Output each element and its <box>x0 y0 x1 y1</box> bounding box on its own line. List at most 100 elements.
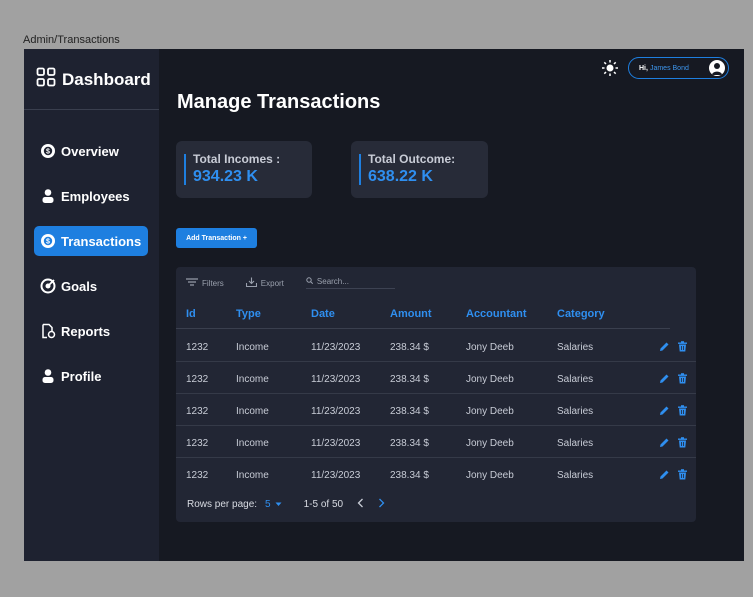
sidebar-item-profile[interactable]: Profile <box>34 361 148 391</box>
cell-category: Salaries <box>557 438 594 449</box>
chevron-left-icon <box>357 498 364 511</box>
search-box[interactable] <box>305 277 395 289</box>
reports-icon <box>40 323 56 339</box>
sidebar-divider <box>24 109 159 110</box>
sidebar-item-goals[interactable]: Goals <box>34 271 148 301</box>
pagination: Rows per page: 5 1-5 of 50 <box>187 498 385 511</box>
sidebar-item-label: Reports <box>61 323 111 339</box>
table-row: 1232 Income 11/23/2023 238.34 $ Jony Dee… <box>176 426 696 458</box>
next-page-button[interactable] <box>378 498 385 511</box>
cell-date: 11/23/2023 <box>311 374 361 385</box>
cell-amount: 238.34 $ <box>390 374 429 385</box>
sidebar-item-overview[interactable]: $ Overview <box>34 136 148 166</box>
sidebar: Dashboard $ Overview Employees $ Transac… <box>24 49 159 561</box>
column-header-accountant[interactable]: Accountant <box>466 308 527 320</box>
grid-icon <box>36 67 56 92</box>
table-row: 1232 Income 11/23/2023 238.34 $ Jony Dee… <box>176 362 696 394</box>
overview-icon: $ <box>40 143 56 159</box>
cell-category: Salaries <box>557 374 594 385</box>
incomes-value: 934.23 K <box>193 168 258 185</box>
brand[interactable]: Dashboard <box>36 67 151 92</box>
cell-category: Salaries <box>557 406 594 417</box>
column-header-category[interactable]: Category <box>557 308 605 320</box>
delete-icon[interactable] <box>677 339 688 352</box>
sidebar-item-label: Overview <box>61 143 119 159</box>
total-outcome-card: Total Outcome: 638.22 K <box>351 141 488 198</box>
cell-accountant: Jony Deeb <box>466 470 514 481</box>
cell-amount: 238.34 $ <box>390 438 429 449</box>
sidebar-item-label: Goals <box>61 278 98 294</box>
total-incomes-card: Total Incomes : 934.23 K <box>176 141 312 198</box>
edit-icon[interactable] <box>659 435 670 447</box>
column-header-amount[interactable]: Amount <box>390 308 432 320</box>
page-title: Manage Transactions <box>177 91 381 113</box>
svg-text:$: $ <box>46 149 50 156</box>
greeting: Hi, <box>639 64 648 72</box>
cell-type: Income <box>236 342 269 353</box>
search-icon <box>306 277 313 286</box>
cell-date: 11/23/2023 <box>311 470 361 481</box>
goals-icon <box>40 278 56 294</box>
edit-icon[interactable] <box>659 339 670 351</box>
cell-date: 11/23/2023 <box>311 406 361 417</box>
sidebar-item-label: Profile <box>61 368 102 384</box>
sidebar-item-employees[interactable]: Employees <box>34 181 148 211</box>
profile-icon <box>40 368 56 384</box>
frame-label: Admin/Transactions <box>23 34 120 46</box>
edit-icon[interactable] <box>659 467 670 479</box>
outcome-value: 638.22 K <box>368 168 433 185</box>
cell-category: Salaries <box>557 470 594 481</box>
accent-bar <box>359 154 361 185</box>
sidebar-item-reports[interactable]: Reports <box>34 316 148 346</box>
cell-accountant: Jony Deeb <box>466 406 514 417</box>
user-menu[interactable]: Hi, James Bond <box>628 57 729 79</box>
sidebar-item-transactions[interactable]: $ Transactions <box>34 226 148 256</box>
cell-type: Income <box>236 406 269 417</box>
delete-icon[interactable] <box>677 435 688 448</box>
search-input[interactable] <box>316 277 392 286</box>
cell-date: 11/23/2023 <box>311 342 361 353</box>
cell-accountant: Jony Deeb <box>466 342 514 353</box>
edit-icon[interactable] <box>659 403 670 415</box>
chevron-right-icon <box>378 498 385 511</box>
table-toolbar: Filters Export <box>186 276 395 290</box>
cell-id: 1232 <box>186 470 209 481</box>
cell-amount: 238.34 $ <box>390 470 429 481</box>
filters-label: Filters <box>202 278 224 288</box>
sidebar-item-label: Transactions <box>61 233 142 249</box>
edit-icon[interactable] <box>659 371 670 383</box>
cell-id: 1232 <box>186 406 209 417</box>
cell-accountant: Jony Deeb <box>466 438 514 449</box>
outcome-label: Total Outcome: <box>368 152 456 166</box>
filter-icon <box>186 278 198 288</box>
sidebar-item-label: Employees <box>61 188 130 204</box>
brand-title: Dashboard <box>62 69 151 89</box>
cell-category: Salaries <box>557 342 594 353</box>
svg-text:$: $ <box>46 239 50 246</box>
user-name: James Bond <box>649 64 689 72</box>
delete-icon[interactable] <box>677 467 688 480</box>
delete-icon[interactable] <box>677 371 688 384</box>
cell-type: Income <box>236 374 269 385</box>
add-transaction-button[interactable]: Add Transaction + <box>176 228 257 248</box>
cell-accountant: Jony Deeb <box>466 374 514 385</box>
rows-per-page-select[interactable]: 5 <box>265 499 282 510</box>
filters-button[interactable]: Filters <box>186 278 224 288</box>
avatar-icon <box>709 60 725 76</box>
cell-amount: 238.34 $ <box>390 342 429 353</box>
export-button[interactable]: Export <box>245 277 284 289</box>
rows-per-page-value: 5 <box>265 499 271 510</box>
column-header-type[interactable]: Type <box>236 308 261 320</box>
header-divider <box>176 328 670 329</box>
delete-icon[interactable] <box>677 403 688 416</box>
app-window: Dashboard $ Overview Employees $ Transac… <box>24 49 744 561</box>
cell-type: Income <box>236 470 269 481</box>
table-row: 1232 Income 11/23/2023 238.34 $ Jony Dee… <box>176 394 696 426</box>
transactions-table-panel: Filters Export Id Type Date Amount Accou… <box>176 267 696 522</box>
column-header-date[interactable]: Date <box>311 308 335 320</box>
export-label: Export <box>260 278 284 288</box>
cell-id: 1232 <box>186 438 209 449</box>
column-header-id[interactable]: Id <box>186 308 196 320</box>
prev-page-button[interactable] <box>357 498 364 511</box>
theme-toggle-sun-icon[interactable] <box>601 59 619 77</box>
